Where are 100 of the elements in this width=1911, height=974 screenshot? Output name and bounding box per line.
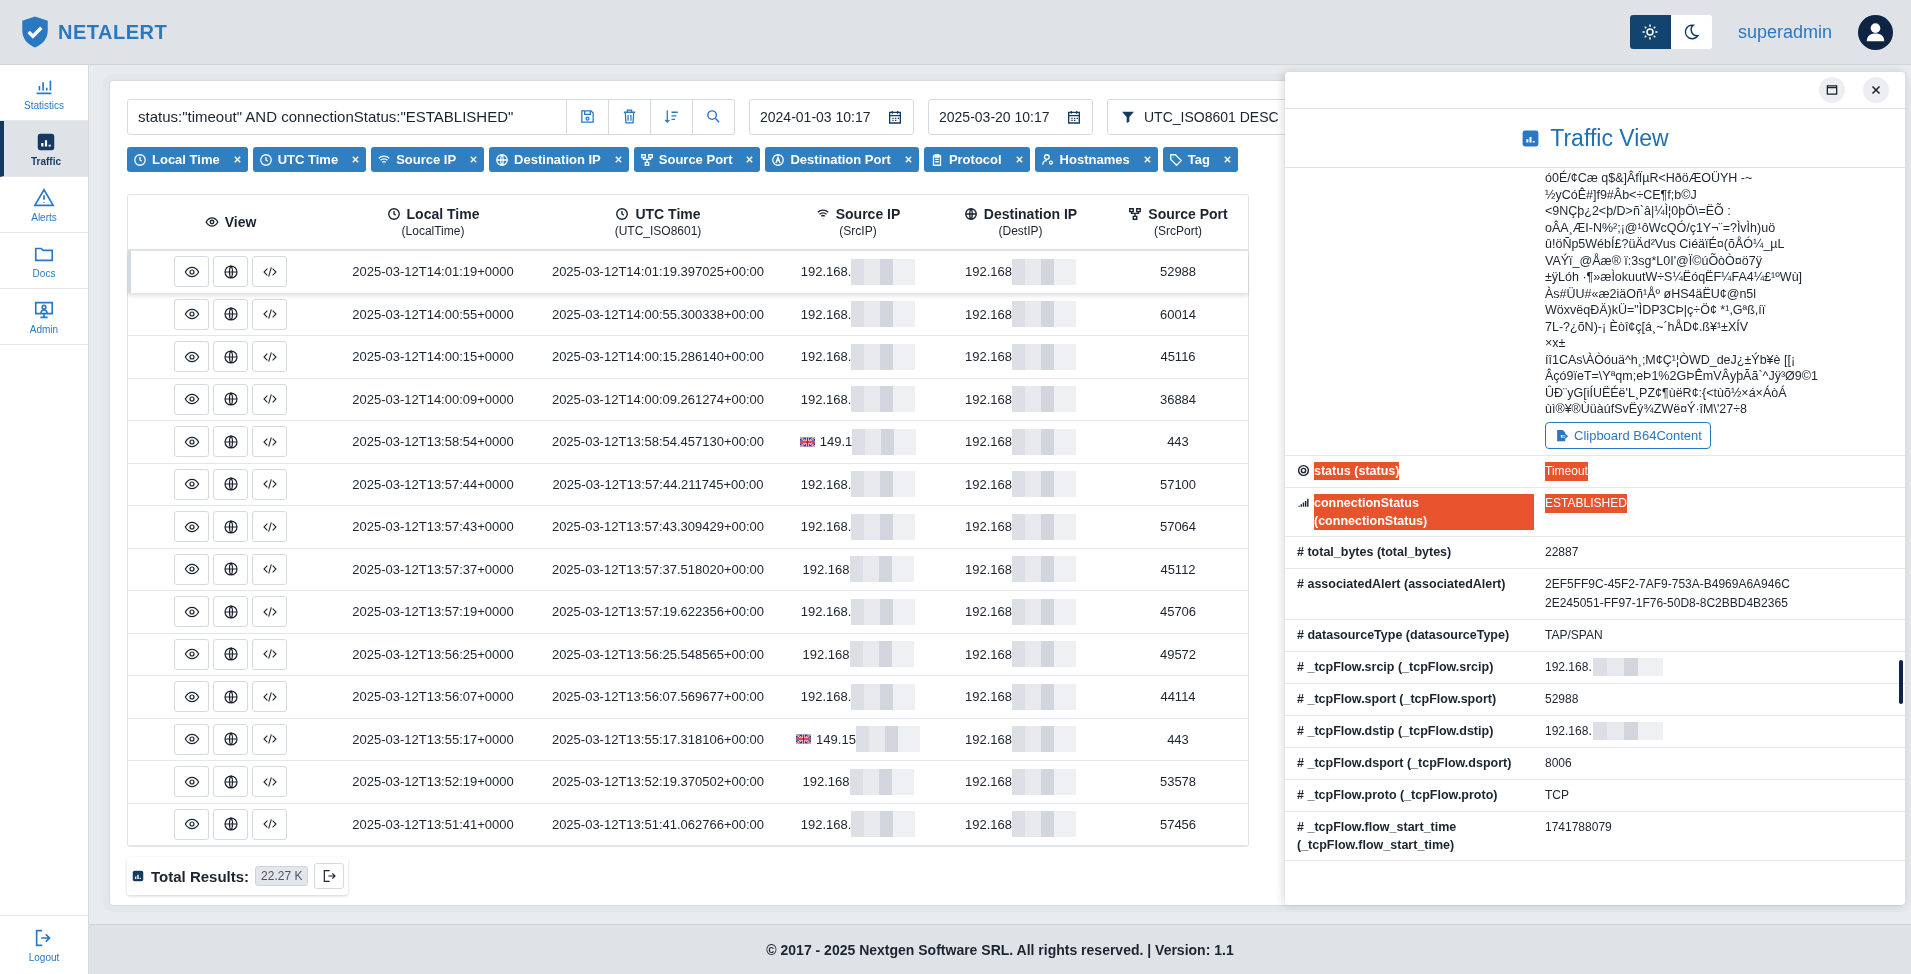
view-button[interactable]	[174, 511, 209, 543]
view-button[interactable]	[174, 808, 209, 840]
clipboard-button[interactable]: Clipboard B64Content	[1545, 421, 1711, 449]
globe-button[interactable]	[213, 511, 248, 543]
column-chip[interactable]: Destination IP	[489, 147, 629, 172]
globe-button[interactable]	[213, 298, 248, 330]
globe-icon	[222, 731, 239, 748]
column-header[interactable]: UTC Time (UTC_ISO8601)	[533, 195, 783, 249]
table-row[interactable]: 2025-03-12T14:00:15+0000 2025-03-12T14:00:15.286140+00:00 192.168. 192.168 45116	[128, 336, 1248, 379]
view-button[interactable]	[174, 723, 209, 755]
globe-button[interactable]	[213, 681, 248, 713]
table-row[interactable]: 2025-03-12T13:52:19+0000 2025-03-12T13:52:19.370502+00:00 192.168 192.168 53578	[128, 761, 1248, 804]
globe-button[interactable]	[213, 808, 248, 840]
redaction-blur	[851, 301, 916, 328]
globe-button[interactable]	[213, 723, 248, 755]
delete-button[interactable]	[609, 98, 651, 135]
view-button[interactable]	[174, 596, 209, 628]
logout-button[interactable]: Logout	[0, 915, 88, 974]
username[interactable]: superadmin	[1737, 21, 1832, 43]
close-icon[interactable]	[1142, 155, 1152, 164]
user-avatar-icon[interactable]	[1858, 14, 1893, 50]
selected-row[interactable]: 2025-03-12T14:01:19+0000 2025-03-12T14:01:19.397025+00:00 192.168. 192.168 52988	[128, 251, 1248, 294]
table-row[interactable]: 2025-03-12T13:56:25+0000 2025-03-12T13:56:25.548565+00:00 192.168 192.168 49572	[128, 633, 1248, 676]
redaction-blur	[851, 811, 916, 838]
table-cell: 2025-03-12T14:00:55.300338+00:00	[551, 306, 765, 322]
globe-button[interactable]	[213, 426, 248, 458]
table-row[interactable]: 2025-03-12T13:55:17+0000 2025-03-12T13:55:17.318106+00:00 149.15 192.168 443	[128, 718, 1248, 761]
table-cell: 2025-03-12T13:57:43.309429+00:00	[551, 519, 765, 535]
globe-button[interactable]	[213, 468, 248, 500]
view-button[interactable]	[174, 383, 209, 415]
close-icon[interactable]	[1222, 155, 1232, 164]
column-chip[interactable]: Tag	[1162, 147, 1238, 172]
save-button[interactable]	[567, 98, 609, 135]
maximize-button[interactable]	[1819, 77, 1845, 103]
close-icon[interactable]	[613, 155, 623, 164]
export-button[interactable]	[314, 863, 345, 889]
table-row[interactable]: 2025-03-12T13:58:54+0000 2025-03-12T13:58:54.457130+00:00 149.1 192.168 443	[128, 421, 1248, 464]
sidebar-item[interactable]: Docs	[0, 233, 88, 289]
view-button[interactable]	[174, 638, 209, 670]
column-header[interactable]: Local Time (LocalTime)	[333, 195, 533, 249]
table-row[interactable]: 2025-03-12T14:00:09+0000 2025-03-12T14:00:09.261274+00:00 192.168. 192.168 36884	[128, 378, 1248, 421]
table-cell: 36884	[1159, 391, 1197, 407]
sidebar-item[interactable]: Admin	[0, 289, 88, 345]
globe-button[interactable]	[213, 256, 248, 288]
close-icon[interactable]	[351, 155, 361, 164]
table-row[interactable]: 2025-03-12T13:56:07+0000 2025-03-12T13:56:07.569677+00:00 192.168. 192.168 44114	[128, 676, 1248, 719]
file-export-icon	[1554, 427, 1569, 443]
view-button[interactable]	[174, 426, 209, 458]
sidebar-item[interactable]: Alerts	[0, 177, 88, 233]
table-row[interactable]: 2025-03-12T14:00:55+0000 2025-03-12T14:00:55.300338+00:00 192.168. 192.168 60014	[128, 293, 1248, 336]
column-chip[interactable]: Local Time	[127, 147, 248, 172]
globe-button[interactable]	[213, 596, 248, 628]
table-row[interactable]: 2025-03-12T13:57:44+0000 2025-03-12T13:57:44.211745+00:00 192.168. 192.168 57100	[128, 463, 1248, 506]
globe-button[interactable]	[213, 383, 248, 415]
column-chip[interactable]: UTC Time	[252, 147, 367, 172]
globe-icon	[222, 263, 239, 280]
table-row[interactable]: 2025-03-12T13:57:43+0000 2025-03-12T13:57:43.309429+00:00 192.168. 192.168 57064	[128, 506, 1248, 549]
table-row[interactable]: 2025-03-12T13:57:19+0000 2025-03-12T13:57:19.622356+00:00 192.168. 192.168 45706	[128, 591, 1248, 634]
close-icon[interactable]	[903, 155, 913, 164]
view-button[interactable]	[174, 341, 209, 373]
theme-light-button[interactable]	[1629, 15, 1671, 49]
close-icon[interactable]	[232, 155, 242, 164]
table-cell: 192.168	[965, 816, 1012, 832]
date-from-field[interactable]: 2024-01-03 10:17	[749, 98, 914, 135]
close-button[interactable]	[1863, 77, 1889, 103]
column-header[interactable]: Destination IP (DestIP)	[933, 195, 1108, 249]
column-chip[interactable]: Destination Port	[765, 147, 919, 172]
globe-button[interactable]	[213, 638, 248, 670]
table-cell: 192.168	[965, 349, 1012, 365]
table-cell: 2025-03-12T13:56:25.548565+00:00	[551, 646, 765, 662]
calendar-icon[interactable]	[887, 108, 903, 125]
globe-button[interactable]	[213, 341, 248, 373]
scrollbar-thumb[interactable]	[1899, 660, 1903, 704]
table-cell: 192.168.	[800, 604, 852, 620]
view-button[interactable]	[174, 766, 209, 798]
view-button[interactable]	[174, 553, 209, 585]
theme-dark-button[interactable]	[1670, 15, 1712, 49]
column-chip[interactable]: Source IP	[371, 147, 485, 172]
column-header[interactable]: Source IP (SrcIP)	[783, 195, 933, 249]
table-row[interactable]: 2025-03-12T13:51:41+0000 2025-03-12T13:51:41.062766+00:00 192.168. 192.168 57456	[128, 803, 1248, 846]
close-icon[interactable]	[1014, 155, 1024, 164]
table-row[interactable]: 2025-03-12T13:57:37+0000 2025-03-12T13:57:37.518020+00:00 192.168 192.168 45112	[128, 548, 1248, 591]
globe-button[interactable]	[213, 553, 248, 585]
column-chip[interactable]: Protocol	[923, 147, 1030, 172]
view-button[interactable]	[174, 681, 209, 713]
date-to-field[interactable]: 2025-03-20 10:17	[928, 98, 1093, 135]
view-button[interactable]	[174, 468, 209, 500]
close-icon[interactable]	[745, 155, 755, 164]
globe-button[interactable]	[213, 766, 248, 798]
view-button[interactable]	[174, 256, 209, 288]
view-button[interactable]	[174, 298, 209, 330]
sidebar-item[interactable]: Traffic	[0, 121, 88, 177]
calendar-icon[interactable]	[1066, 108, 1082, 125]
column-chip[interactable]: Source Port	[633, 147, 761, 172]
column-chip[interactable]: Hostnames	[1034, 147, 1158, 172]
column-header[interactable]: View	[128, 195, 333, 249]
redaction-blur	[851, 598, 916, 625]
query-field[interactable]: status:"timeout" AND connectionStatus:"ESTABLISHED"	[127, 98, 567, 135]
column-header[interactable]: Source Port (SrcPort)	[1108, 195, 1248, 249]
close-icon[interactable]	[469, 155, 479, 164]
